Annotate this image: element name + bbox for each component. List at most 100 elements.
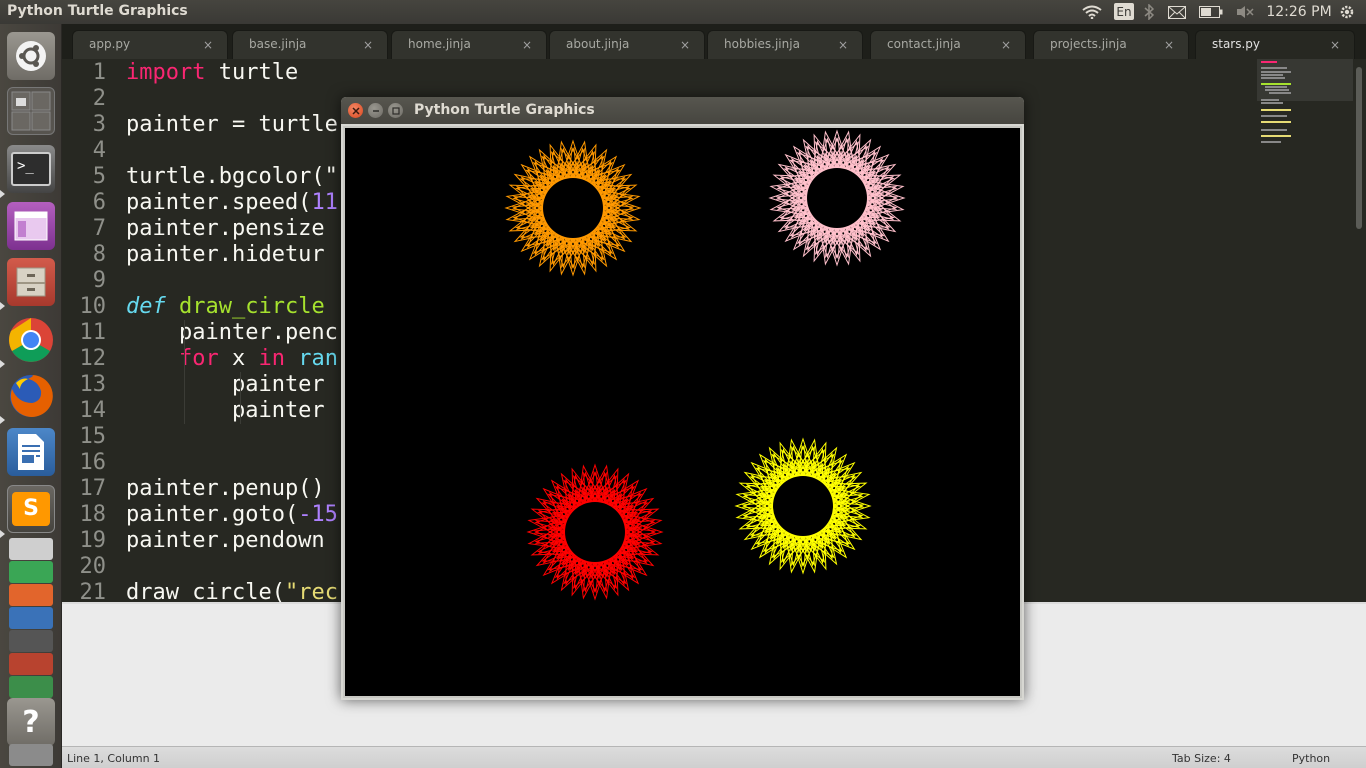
tab-app-py[interactable]: app.py × [72,30,228,59]
code-line: def draw_circle [126,294,325,320]
tab-stars-py[interactable]: stars.py × [1195,30,1355,59]
code-token: import [126,60,206,85]
line-number: 13 [79,372,107,397]
spirograph-center [543,178,603,238]
line-number: 15 [79,424,107,449]
line-number: 10 [79,294,107,319]
running-indicator [0,302,5,310]
firefox-icon[interactable] [7,372,55,420]
spreadsheet-icon[interactable] [9,561,53,583]
cursor-position[interactable]: Line 1, Column 1 [67,752,160,765]
spirograph-red [526,463,664,601]
software-center-icon[interactable] [9,584,53,606]
maximize-icon[interactable] [388,103,403,118]
turtle-drawing [504,129,906,601]
line-number: 4 [92,138,106,163]
syntax-mode[interactable]: Python [1292,752,1330,765]
minimap[interactable] [1257,59,1353,143]
line-number: 7 [92,216,106,241]
battery-icon[interactable] [1198,3,1224,21]
spirograph-pink [768,129,906,267]
code-line: painter.speed(11 [126,190,338,216]
tab-hobbies-jinja[interactable]: hobbies.jinja × [707,30,863,59]
line-number: 20 [79,554,107,579]
line-number: 3 [92,112,106,137]
code-token: ran [284,346,338,371]
code-token: x [218,346,259,371]
close-icon[interactable]: × [1001,38,1011,52]
line-number: 19 [79,528,107,553]
volume-mute-icon[interactable] [1234,3,1256,21]
file-cabinet-icon[interactable] [7,258,55,306]
tab-label: hobbies.jinja [724,37,800,51]
document-icon[interactable] [7,428,55,476]
line-number: 18 [79,502,107,527]
tab-projects-jinja[interactable]: projects.jinja × [1033,30,1189,59]
bluetooth-icon[interactable] [1142,3,1156,21]
close-icon[interactable]: × [838,38,848,52]
settings-icon[interactable] [9,630,53,652]
close-icon[interactable]: × [363,38,373,52]
workspaces-icon[interactable] [7,87,55,135]
minimize-icon[interactable] [368,103,383,118]
spirograph-orange [504,139,642,277]
code-token: painter.goto( [126,502,299,527]
close-icon[interactable] [348,103,363,118]
tab-base-jinja[interactable]: base.jinja × [232,30,388,59]
tab-home-jinja[interactable]: home.jinja × [391,30,547,59]
sublime-icon[interactable]: S [7,485,55,533]
trash-icon[interactable] [9,744,53,766]
running-indicator [0,530,5,538]
window-titlebar[interactable]: Python Turtle Graphics [341,97,1024,124]
window-title: Python Turtle Graphics [414,102,595,118]
code-token: in [258,346,285,371]
launcher: >_ S ? [0,24,62,768]
line-number: 9 [92,268,106,293]
code-token: turtle [205,60,299,85]
line-number: 2 [92,86,106,111]
line-number: 16 [79,450,107,475]
clock[interactable]: 12:26 PM [1266,3,1332,21]
help-glyph: ? [22,704,40,740]
tab-about-jinja[interactable]: about.jinja × [549,30,705,59]
ubuntu-logo-icon[interactable] [7,32,55,80]
tab-contact-jinja[interactable]: contact.jinja × [870,30,1026,59]
close-icon[interactable]: × [522,38,532,52]
chrome-icon[interactable] [7,316,55,364]
gear-icon[interactable] [1336,3,1358,21]
code-line: for x in ran [126,346,338,372]
turtle-canvas[interactable] [343,126,1022,698]
app-icon[interactable] [9,676,53,698]
code-line: painter = turtle [126,112,338,137]
line-number: 21 [79,580,107,602]
line-number: 12 [79,346,107,371]
code-line: painter.penc [126,320,338,345]
app-icon[interactable] [9,653,53,675]
code-line: import turtle [126,60,298,86]
terminal-icon[interactable]: >_ [7,145,55,193]
close-icon[interactable]: × [1164,38,1174,52]
mail-icon[interactable] [1166,3,1188,21]
code-line: painter.pensize [126,216,325,241]
close-icon[interactable]: × [680,38,690,52]
code-token: for [126,346,219,371]
code-line: painter.penup() [126,476,325,501]
keyboard-icon[interactable]: En [1114,3,1134,20]
wifi-icon[interactable] [1080,3,1104,21]
vertical-scrollbar[interactable] [1356,67,1362,229]
close-icon[interactable]: × [1330,38,1340,52]
close-icon[interactable]: × [203,38,213,52]
line-number: 11 [79,320,107,345]
code-line: turtle.bgcolor(" [126,164,338,189]
help-icon[interactable]: ? [7,698,55,746]
amazon-icon[interactable] [9,607,53,629]
tab-size[interactable]: Tab Size: 4 [1172,752,1231,765]
tab-label: projects.jinja [1050,37,1127,51]
code-token: painter.speed( [126,190,312,215]
mail-client-icon[interactable] [9,538,53,560]
running-indicator [0,416,5,424]
window-icon[interactable] [7,202,55,250]
line-number: 6 [92,190,106,215]
code-token: -15 [298,502,338,527]
editor-tab-bar: app.py × base.jinja × home.jinja × about.ji… [62,24,1366,59]
